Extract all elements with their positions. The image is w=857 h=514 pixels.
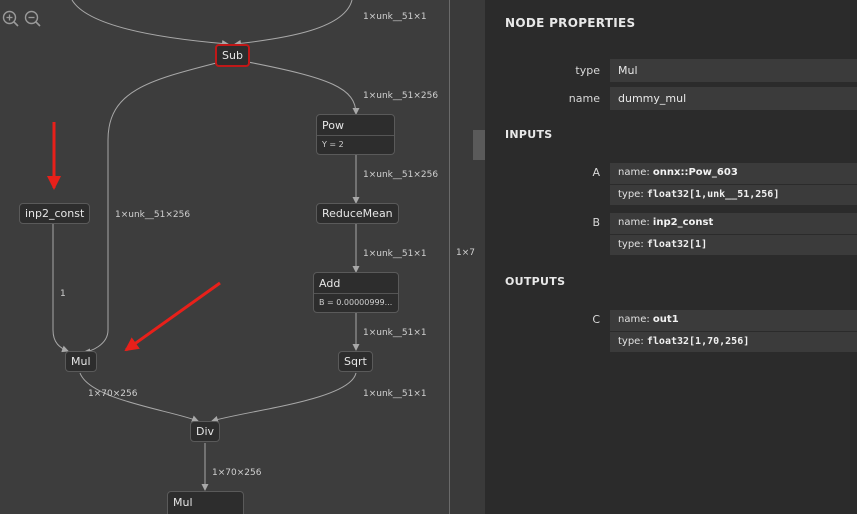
input-a-name-prefix: name:: [618, 167, 653, 178]
edge-label-add-sqrt: 1×unk__51×1: [363, 328, 427, 338]
input-b-name-prefix: name:: [618, 217, 653, 228]
output-c-label: C: [592, 313, 600, 326]
edge-const-mul: [52, 223, 69, 353]
input-a-name: onnx::Pow_603: [652, 167, 738, 178]
node-mul-2[interactable]: Mul: [167, 491, 244, 514]
zoom-in-icon[interactable]: [2, 10, 20, 28]
graph-scroll-strip: 1×7: [449, 0, 485, 514]
input-a-box[interactable]: name: onnx::Pow_603 type: float32[1,unk_…: [610, 163, 857, 205]
node-div[interactable]: Div: [190, 421, 221, 442]
node-pow-title: Pow: [322, 119, 344, 132]
edge-sqrt-div: [211, 372, 357, 423]
node-mul[interactable]: Mul: [65, 351, 97, 372]
node-mul-title: Mul: [71, 355, 91, 368]
node-sub[interactable]: Sub: [215, 44, 250, 67]
input-b-type-prefix: type:: [618, 239, 647, 250]
node-add[interactable]: Add B = 0.00000999...: [313, 272, 399, 313]
node-add-attr: B = 0.00000999...: [314, 293, 398, 312]
node-mul-2-title: Mul: [173, 496, 193, 509]
input-b-box[interactable]: name: inp2_const type: float32[1]: [610, 213, 857, 255]
input-b-type: float32[1]: [646, 239, 708, 250]
edge-label-div-mul2: 1×70×256: [212, 468, 262, 478]
node-pow-attr: Y = 2: [317, 135, 394, 154]
input-b-name: inp2_const: [652, 217, 714, 228]
edge-label-sub-pow: 1×unk__51×256: [363, 91, 439, 101]
edge-label-reducemean-add: 1×unk__51×1: [363, 249, 427, 259]
node-reducemean[interactable]: ReduceMean: [316, 203, 399, 224]
output-c-type-row: type: float32[1,70,256]: [610, 331, 857, 352]
node-sqrt[interactable]: Sqrt: [338, 351, 373, 372]
edge-label-mul-div: 1×70×256: [88, 389, 138, 399]
panel-title: NODE PROPERTIES: [505, 16, 636, 30]
node-properties-panel: NODE PROPERTIES type Mul name dummy_mul …: [485, 0, 857, 514]
zoom-out-icon[interactable]: [24, 10, 42, 28]
output-c-name-prefix: name:: [618, 314, 653, 325]
input-b-label: B: [592, 216, 600, 229]
type-label: type: [575, 64, 600, 77]
type-value[interactable]: Mul: [610, 59, 857, 82]
outputs-header: OUTPUTS: [505, 275, 566, 288]
input-b-name-row: name: inp2_const: [610, 213, 857, 234]
edge-label-top-sub: 1×unk__51×1: [363, 12, 427, 22]
output-c-name: out1: [652, 314, 679, 325]
edge-sub-mul: [83, 61, 221, 356]
edge-label-const-mul: 1: [60, 289, 66, 299]
input-a-type-row: type: float32[1,unk__51,256]: [610, 184, 857, 205]
input-b-type-row: type: float32[1]: [610, 234, 857, 255]
input-a-name-row: name: onnx::Pow_603: [610, 163, 857, 184]
output-c-name-row: name: out1: [610, 310, 857, 331]
node-reducemean-title: ReduceMean: [322, 207, 393, 220]
node-pow[interactable]: Pow Y = 2: [316, 114, 395, 155]
node-div-title: Div: [196, 425, 215, 438]
node-sqrt-title: Sqrt: [344, 355, 367, 368]
node-inp2-const-title: inp2_const: [25, 207, 85, 220]
edge-sub-pow: [247, 61, 360, 115]
name-label: name: [568, 92, 600, 105]
output-c-type: float32[1,70,256]: [646, 336, 750, 347]
red-arrow-diagonal: [124, 281, 221, 352]
edge-label-sqrt-div: 1×unk__51×1: [363, 389, 427, 399]
graph-canvas[interactable]: Sub Pow Y = 2 ReduceMean Add B = 0.00000…: [0, 0, 449, 514]
edge-top-left-sub: [71, 0, 229, 47]
scrollbar-thumb[interactable]: [473, 130, 485, 160]
output-c-type-prefix: type:: [618, 336, 647, 347]
input-a-label: A: [592, 166, 600, 179]
node-inp2-const[interactable]: inp2_const: [19, 203, 91, 224]
edge-label-clipped: 1×7: [456, 248, 475, 258]
output-c-box[interactable]: name: out1 type: float32[1,70,256]: [610, 310, 857, 352]
input-a-type: float32[1,unk__51,256]: [646, 189, 780, 200]
edge-label-sub-mul: 1×unk__51×256: [115, 210, 191, 220]
edge-label-pow-reducemean: 1×unk__51×256: [363, 170, 439, 180]
edge-top-right-sub: [234, 0, 353, 47]
input-a-type-prefix: type:: [618, 189, 647, 200]
node-sub-title: Sub: [222, 49, 243, 62]
name-value[interactable]: dummy_mul: [610, 87, 857, 110]
node-add-title: Add: [319, 277, 341, 290]
inputs-header: INPUTS: [505, 128, 553, 141]
